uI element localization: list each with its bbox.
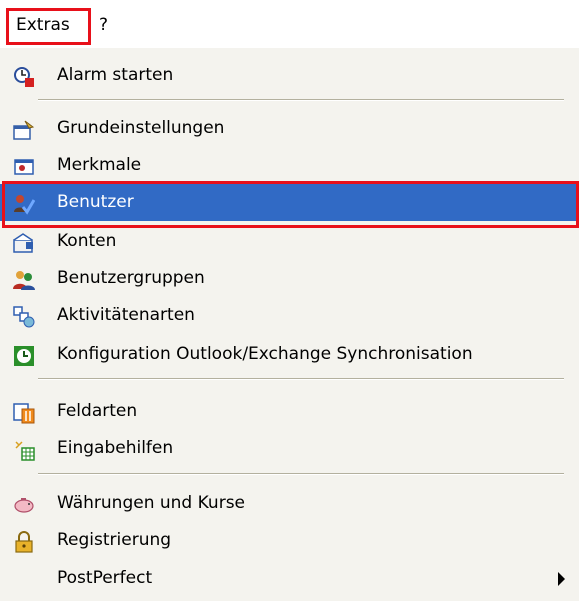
activity-types-icon <box>13 306 35 328</box>
field-types-icon <box>13 402 35 424</box>
menu-item-aktivitaetenarten[interactable]: Aktivitätenarten <box>0 297 579 334</box>
settings-window-icon <box>13 119 35 141</box>
menu-item-label: Alarm starten <box>57 65 174 85</box>
accounts-folder-icon <box>13 232 35 254</box>
menu-extras[interactable]: Extras <box>10 10 76 40</box>
extras-dropdown-menu: Alarm starten Grundeinstellungen Merkmal… <box>0 48 579 601</box>
menu-item-alarm-starten[interactable]: Alarm starten <box>0 57 579 94</box>
menu-item-registrierung[interactable]: Registrierung <box>0 522 579 559</box>
menu-separator <box>38 99 564 101</box>
menu-item-label: Registrierung <box>57 530 172 550</box>
menu-item-waehrungen-und-kurse[interactable]: Währungen und Kurse <box>0 485 579 522</box>
menu-item-label: Konfiguration Outlook/Exchange Synchroni… <box>57 344 473 364</box>
user-group-icon <box>13 269 35 291</box>
menu-item-merkmale[interactable]: Merkmale <box>0 147 579 184</box>
menu-item-postperfect[interactable]: PostPerfect <box>0 560 579 597</box>
menu-item-label: Benutzergruppen <box>57 268 205 288</box>
menu-item-label: Eingabehilfen <box>57 438 174 458</box>
menu-item-label: Währungen und Kurse <box>57 493 246 513</box>
alarm-clock-icon <box>13 66 35 88</box>
menu-item-benutzergruppen[interactable]: Benutzergruppen <box>0 260 579 297</box>
properties-card-icon <box>13 156 35 178</box>
menu-item-konfiguration-outlook[interactable]: Konfiguration Outlook/Exchange Synchroni… <box>0 336 579 373</box>
menu-item-feldarten[interactable]: Feldarten <box>0 393 579 430</box>
menu-separator <box>38 378 564 380</box>
menu-separator <box>38 473 564 475</box>
piggy-bank-icon <box>13 494 35 516</box>
menu-item-label: Merkmale <box>57 155 142 175</box>
submenu-arrow-icon <box>558 572 565 586</box>
menu-item-label: Feldarten <box>57 401 138 421</box>
menu-item-benutzer[interactable]: Benutzer <box>0 184 579 221</box>
menu-item-konten[interactable]: Konten <box>0 223 579 260</box>
sync-clock-icon <box>13 345 35 367</box>
menu-item-label: Grundeinstellungen <box>57 118 225 138</box>
menu-item-eingabehilfen[interactable]: Eingabehilfen <box>0 430 579 467</box>
menu-item-label: Benutzer <box>57 192 134 212</box>
menu-help[interactable]: ? <box>95 10 112 40</box>
menu-bar: Extras ? <box>0 0 579 48</box>
menu-item-grundeinstellungen[interactable]: Grundeinstellungen <box>0 110 579 147</box>
user-check-icon <box>13 193 35 215</box>
menu-item-label: PostPerfect <box>57 568 153 588</box>
menu-item-label: Konten <box>57 231 117 251</box>
lock-icon <box>13 531 35 553</box>
menu-item-label: Aktivitätenarten <box>57 305 195 325</box>
input-helpers-icon <box>13 439 35 461</box>
